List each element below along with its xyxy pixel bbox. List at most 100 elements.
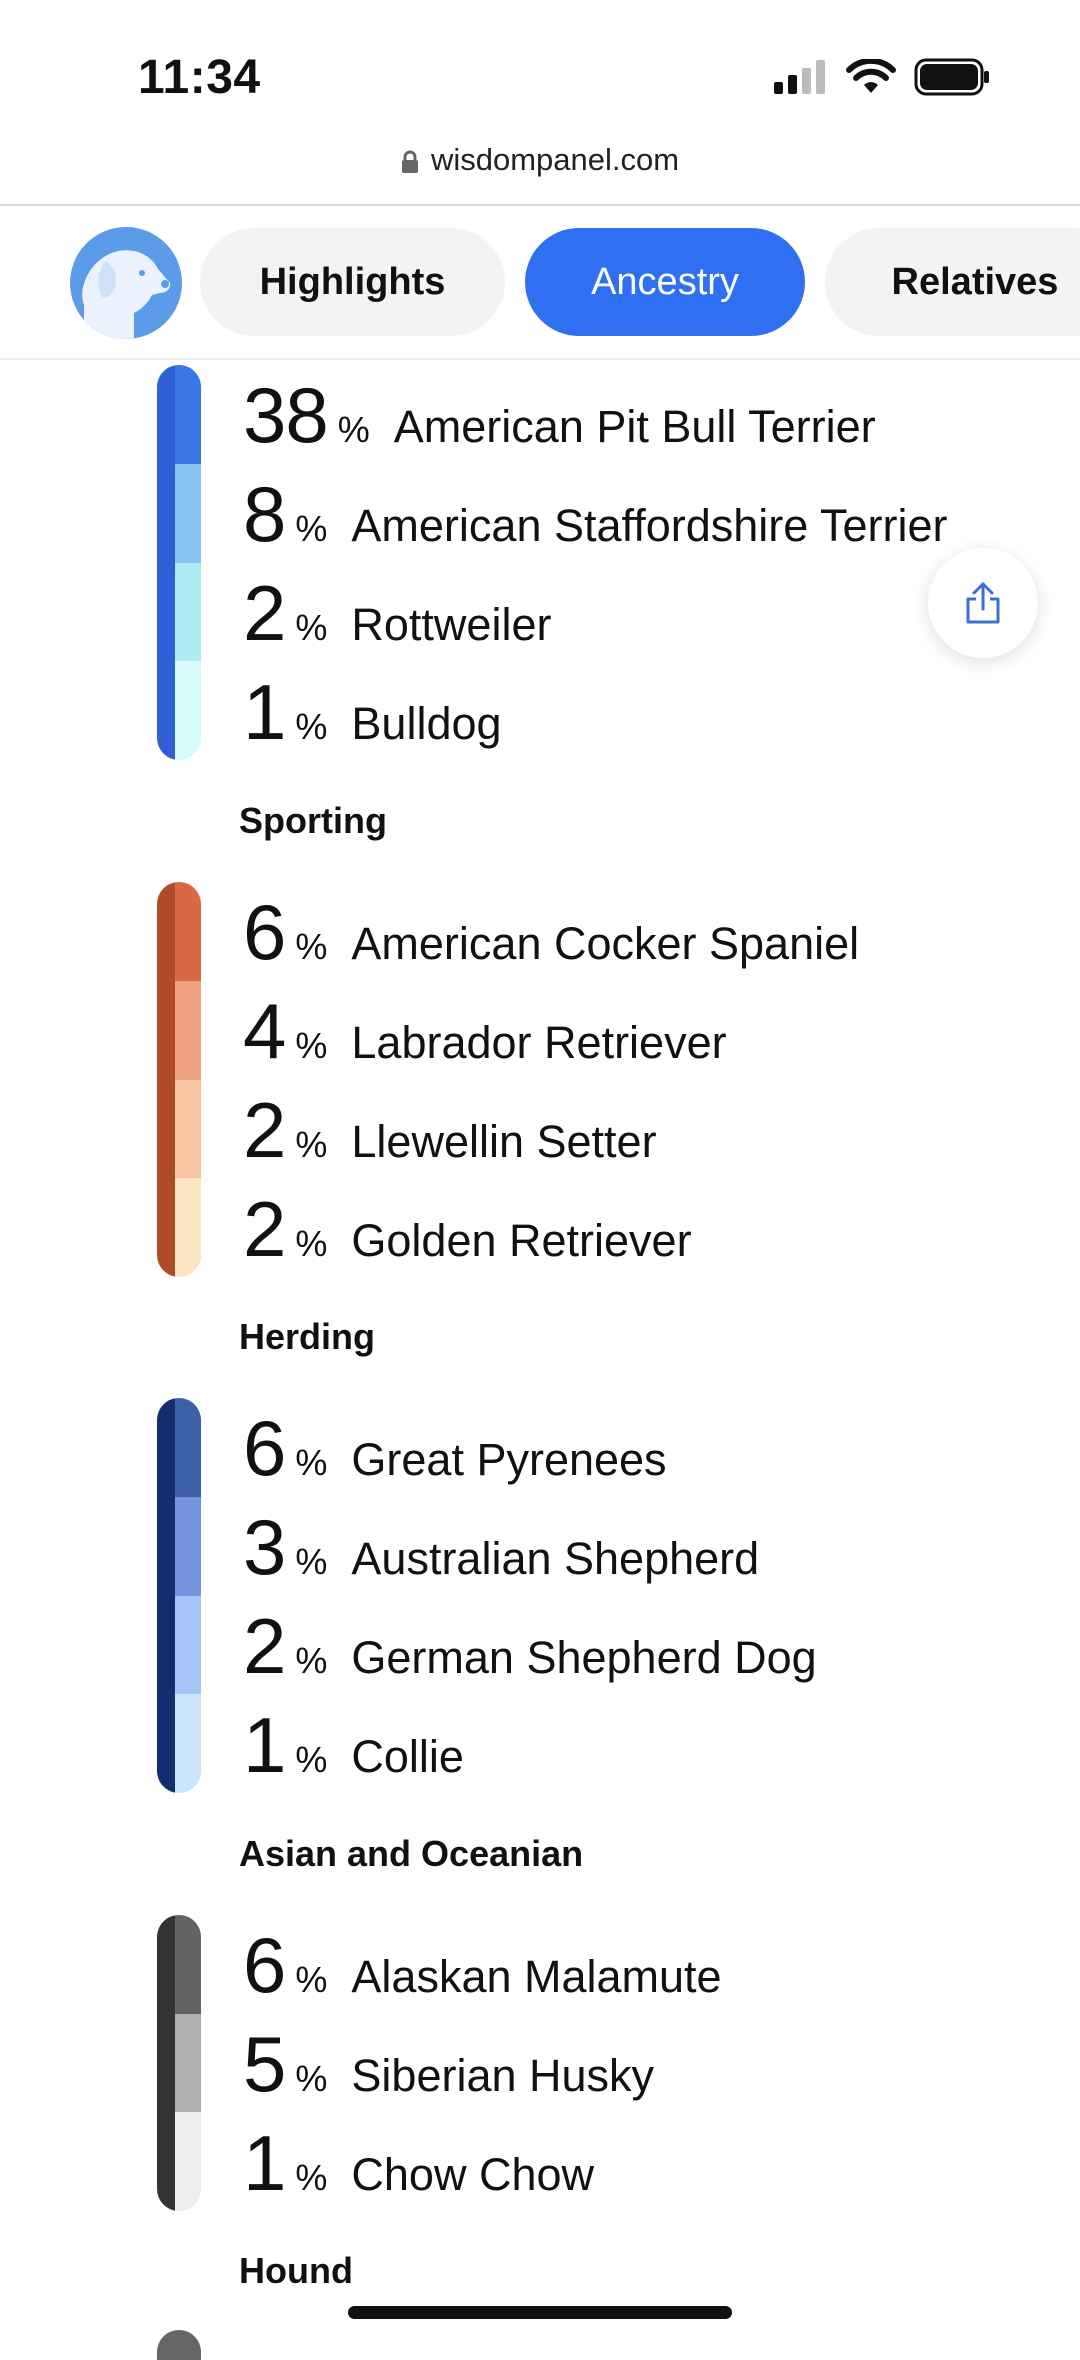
breed-percent: 2	[243, 1602, 286, 1690]
breed-percent: 3	[243, 1503, 286, 1591]
group-title-asian-oceanian: Asian and Oceanian	[239, 1833, 584, 1874]
breed-group-bar	[157, 365, 201, 760]
breed-name: American Cocker Spaniel	[351, 918, 860, 969]
breed-group-bar	[157, 1915, 201, 2211]
breed-name: Llewellin Setter	[351, 1116, 657, 1167]
breed-bar-segment	[157, 365, 201, 464]
url-text: wisdompanel.com	[430, 142, 680, 177]
breed-group-bar	[157, 882, 201, 1277]
breed-percent: 4	[243, 987, 286, 1075]
breed-name: Bulldog	[351, 698, 502, 749]
breed-row: 6% Great Pyrenees	[243, 1403, 667, 1494]
breed-row: 3% Australian Shepherd	[243, 1502, 759, 1593]
breed-percent: 1	[243, 668, 286, 756]
status-time: 11:34	[138, 51, 261, 104]
breed-bar-segment	[157, 661, 201, 760]
percent-sign: %	[295, 1223, 328, 1264]
breed-row: 6% Alaskan Malamute	[243, 1920, 722, 2011]
tab-ancestry[interactable]: Ancestry	[525, 228, 805, 336]
signal-icon	[774, 60, 825, 94]
percent-sign: %	[295, 2157, 328, 2198]
home-indicator	[348, 2306, 732, 2319]
breed-percent: 2	[243, 1185, 286, 1273]
breed-percent: 38	[243, 371, 329, 459]
breed-percent: 5	[243, 2020, 286, 2108]
breed-name: American Staffordshire Terrier	[351, 500, 948, 551]
breed-group-bar-partial	[157, 2330, 201, 2360]
tab-strip: Highlights Ancestry Relatives	[0, 205, 1080, 359]
breed-row: 2% Golden Retriever	[243, 1184, 692, 1275]
percent-sign: %	[295, 1959, 328, 2000]
share-icon	[966, 582, 1000, 624]
breed-row: 5% Siberian Husky	[243, 2019, 654, 2110]
url-bar[interactable]: wisdompanel.com	[0, 142, 1080, 178]
breed-percent: 1	[243, 1701, 286, 1789]
breed-row: 1% Collie	[243, 1700, 464, 1791]
percent-sign: %	[295, 508, 328, 549]
breed-name: Rottweiler	[351, 599, 552, 650]
battery-icon	[914, 58, 989, 96]
breed-bar-segment	[157, 1178, 201, 1277]
breed-percent: 6	[243, 1921, 286, 2009]
breed-name: German Shepherd Dog	[351, 1632, 817, 1683]
breed-name: Australian Shepherd	[351, 1533, 760, 1584]
breed-bar-segment	[157, 1694, 201, 1793]
breed-percent: 6	[243, 888, 286, 976]
percent-sign: %	[295, 926, 328, 967]
percent-sign: %	[295, 1025, 328, 1066]
group-title-herding: Herding	[239, 1316, 376, 1357]
share-button[interactable]	[928, 548, 1038, 658]
breed-row: 2% Rottweiler	[243, 568, 551, 659]
breed-bar-segment	[157, 2013, 201, 2113]
group-title-sporting: Sporting	[239, 800, 387, 841]
percent-sign: %	[337, 409, 370, 450]
breed-name: Great Pyrenees	[351, 1434, 667, 1485]
breed-name: Golden Retriever	[351, 1215, 692, 1266]
breed-bar-segment	[157, 980, 201, 1080]
wifi-icon	[846, 59, 896, 93]
breed-bar-segment	[157, 2112, 201, 2211]
percent-sign: %	[295, 706, 328, 747]
breed-name: Chow Chow	[351, 2149, 595, 2200]
breed-row: 2% Llewellin Setter	[243, 1085, 657, 1176]
status-icons	[774, 58, 990, 96]
breed-name: Labrador Retriever	[351, 1017, 727, 1068]
tab-highlights[interactable]: Highlights	[200, 228, 505, 336]
dog-avatar-icon[interactable]	[70, 227, 182, 339]
breed-bar-segment	[157, 1398, 201, 1497]
breed-bar-segment	[157, 1079, 201, 1179]
percent-sign: %	[295, 1442, 328, 1483]
percent-sign: %	[295, 607, 328, 648]
breed-name: Siberian Husky	[351, 2050, 655, 2101]
percent-sign: %	[295, 1124, 328, 1165]
breed-bar-segment	[157, 562, 201, 662]
breed-bar-segment	[157, 882, 201, 981]
tab-divider	[0, 358, 1080, 360]
breed-bar-segment	[157, 1595, 201, 1695]
breed-name: Collie	[351, 1731, 464, 1782]
breed-name: Alaskan Malamute	[351, 1951, 722, 2002]
breed-bar-segment	[157, 1915, 201, 2014]
breed-row: 4% Labrador Retriever	[243, 986, 727, 1077]
breed-percent: 6	[243, 1404, 286, 1492]
breed-percent: 8	[243, 470, 286, 558]
breed-name: American Pit Bull Terrier	[393, 401, 876, 452]
percent-sign: %	[295, 1739, 328, 1780]
group-title-hound: Hound	[239, 2250, 353, 2291]
breed-row: 1% Bulldog	[243, 667, 502, 758]
percent-sign: %	[295, 1541, 328, 1582]
breed-percent: 1	[243, 2119, 286, 2207]
breed-group-bar	[157, 1398, 201, 1793]
breed-row: 8% American Staffordshire Terrier	[243, 469, 947, 560]
breed-row: 1% Chow Chow	[243, 2118, 594, 2209]
breed-percent: 2	[243, 569, 286, 657]
breed-row: 2% German Shepherd Dog	[243, 1601, 817, 1692]
breed-row: 6% American Cocker Spaniel	[243, 887, 859, 978]
breed-percent: 2	[243, 1086, 286, 1174]
breed-bar-segment	[157, 463, 201, 563]
percent-sign: %	[295, 2058, 328, 2099]
breed-row: 38% American Pit Bull Terrier	[243, 370, 876, 461]
breed-bar-segment	[157, 1496, 201, 1596]
tab-relatives[interactable]: Relatives	[825, 228, 1080, 336]
lock-icon	[401, 150, 418, 173]
